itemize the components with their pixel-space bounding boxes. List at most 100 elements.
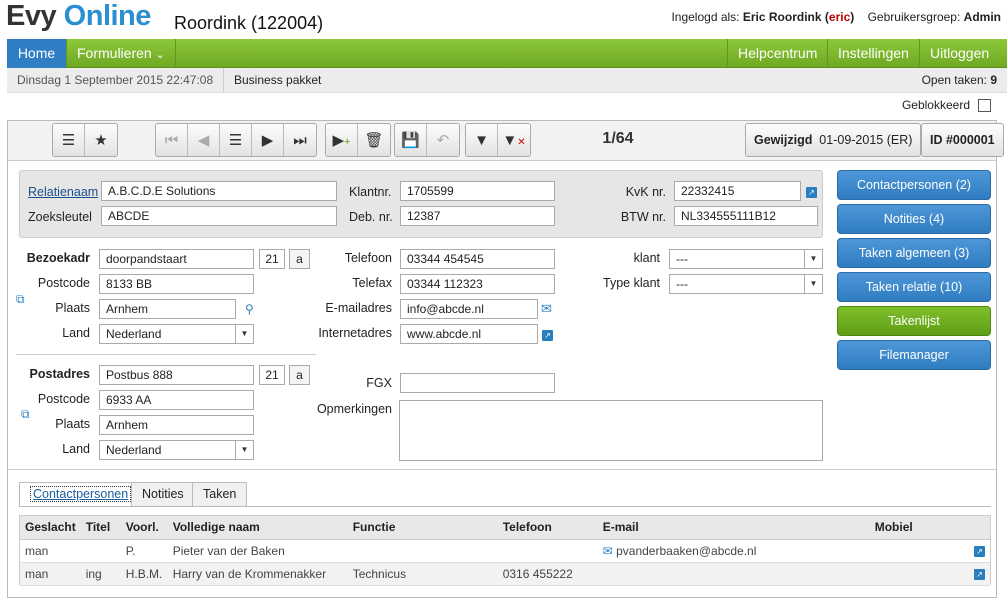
- postal-number-input[interactable]: 21: [259, 365, 285, 385]
- relation-name-label[interactable]: Relatienaam: [28, 185, 98, 199]
- nav-forms[interactable]: Formulieren ⌄: [67, 39, 176, 68]
- btw-label: BTW nr.: [620, 210, 666, 224]
- web-input[interactable]: www.abcde.nl: [400, 324, 538, 344]
- notes-button[interactable]: Notities (4): [837, 204, 991, 234]
- email-input[interactable]: info@abcde.nl: [400, 299, 538, 319]
- modified-value: 01-09-2015 (ER): [819, 133, 913, 147]
- search-key-input[interactable]: ABCDE: [101, 206, 337, 226]
- record-list-button[interactable]: ☰: [220, 124, 252, 156]
- toolbar-group-save: 💾 ↶: [394, 123, 460, 157]
- open-tasks[interactable]: Open taken: 9: [922, 73, 997, 87]
- postal-street-input[interactable]: Postbus 888: [99, 365, 254, 385]
- col-email[interactable]: E-mail: [597, 516, 870, 540]
- login-info: Ingelogd als: Eric Roordink (eric) Gebru…: [671, 10, 1001, 24]
- postal-zip-input[interactable]: 6933 AA: [99, 390, 254, 410]
- external-link-icon[interactable]: ↗: [806, 184, 817, 198]
- postal-suffix-button[interactable]: a: [289, 365, 310, 385]
- visit-city-input[interactable]: Arnhem: [99, 299, 236, 319]
- col-full-name[interactable]: Volledige naam: [167, 516, 348, 540]
- table-row[interactable]: man P. Pieter van der Baken ✉ pvanderbaa…: [20, 539, 990, 563]
- deb-nr-input[interactable]: 12387: [400, 206, 555, 226]
- postal-country-select[interactable]: Nederland ▼: [99, 440, 254, 460]
- task-list-button[interactable]: Takenlijst: [837, 306, 991, 336]
- relation-name-input[interactable]: A.B.C.D.E Solutions: [101, 181, 337, 201]
- col-phone[interactable]: Telefoon: [497, 516, 598, 540]
- visit-country-select[interactable]: Nederland ▼: [99, 324, 254, 344]
- external-link-icon[interactable]: ↗: [542, 327, 553, 341]
- logo: Evy Online: [6, 0, 151, 33]
- col-gender[interactable]: Geslacht: [20, 516, 81, 540]
- client-kind-label: Type klant: [603, 276, 660, 290]
- clear-filter-button[interactable]: ▼✕: [498, 124, 530, 156]
- save-button[interactable]: 💾: [395, 124, 427, 156]
- relation-tasks-button[interactable]: Taken relatie (10): [837, 272, 991, 302]
- play-icon: ▶: [261, 132, 274, 149]
- tab-contacts[interactable]: Contactpersonen: [19, 482, 143, 507]
- postal-city-input[interactable]: Arnhem: [99, 415, 254, 435]
- skip-last-icon: ⏭: [293, 131, 307, 149]
- previous-record-button[interactable]: ◀: [188, 124, 220, 156]
- undo-button[interactable]: ↶: [427, 124, 459, 156]
- group-value: Admin: [963, 10, 1001, 24]
- external-link-icon[interactable]: ↗: [974, 545, 985, 557]
- visit-street-input[interactable]: doorpandstaart: [99, 249, 254, 269]
- delete-record-button[interactable]: 🗑: [358, 124, 390, 156]
- visit-zip-input[interactable]: 8133 BB: [99, 274, 254, 294]
- nav-settings[interactable]: Instellingen: [828, 39, 920, 68]
- col-initials[interactable]: Voorl.: [120, 516, 168, 540]
- kvk-label: KvK nr.: [625, 185, 666, 199]
- fgx-input[interactable]: [400, 373, 555, 393]
- btw-input[interactable]: NL334555111B12: [674, 206, 818, 226]
- blocked-checkbox[interactable]: [978, 99, 991, 112]
- nav-logout[interactable]: Uitloggen: [920, 39, 999, 68]
- external-link-icon[interactable]: ↗: [974, 568, 985, 580]
- filter-button[interactable]: ▼: [466, 124, 498, 156]
- phone-input[interactable]: 03344 454545: [400, 249, 555, 269]
- remarks-textarea[interactable]: [399, 400, 823, 461]
- table-header-row: Geslacht Titel Voorl. Volledige naam Fun…: [20, 516, 990, 540]
- phone-label: Telefoon: [344, 251, 392, 265]
- visit-number-input[interactable]: 21: [259, 249, 285, 269]
- col-function[interactable]: Functie: [347, 516, 498, 540]
- package-label: Business pakket: [234, 73, 322, 87]
- list-view-button[interactable]: ☰: [53, 124, 85, 156]
- nav-help[interactable]: Helpcentrum: [727, 39, 829, 68]
- fgx-label: FGX: [366, 376, 392, 390]
- modified-info: Gewijzigd 01-09-2015 (ER): [745, 123, 922, 157]
- skip-first-icon: ⏮: [164, 131, 179, 149]
- file-manager-button[interactable]: Filemanager: [837, 340, 991, 370]
- email-label: E-mailadres: [325, 301, 392, 315]
- last-record-button[interactable]: ⏭: [284, 124, 316, 156]
- logo-text-online: Online: [63, 0, 152, 32]
- col-title[interactable]: Titel: [80, 516, 121, 540]
- tab-notes[interactable]: Notities: [131, 482, 195, 506]
- general-tasks-button[interactable]: Taken algemeen (3): [837, 238, 991, 268]
- visit-country-value: Nederland: [106, 327, 162, 341]
- mail-icon[interactable]: ✉: [541, 302, 552, 316]
- contacts-button[interactable]: Contactpersonen (2): [837, 170, 991, 200]
- cell-full-name: Harry van de Krommenakker: [167, 562, 348, 586]
- add-record-button[interactable]: ▶+: [326, 124, 358, 156]
- table-row[interactable]: man ing H.B.M. Harry van de Krommenakker…: [20, 562, 990, 586]
- divider: [8, 469, 996, 470]
- map-pin-icon[interactable]: ⚲: [245, 302, 254, 316]
- visit-suffix-button[interactable]: a: [289, 249, 310, 269]
- client-kind-select[interactable]: --- ▼: [669, 274, 823, 294]
- favorite-button[interactable]: ★: [85, 124, 117, 156]
- nav-home[interactable]: Home: [7, 39, 67, 68]
- divider: [16, 354, 316, 355]
- tab-tasks[interactable]: Taken: [192, 482, 248, 506]
- first-record-button[interactable]: ⏮: [156, 124, 188, 156]
- kvk-input[interactable]: 22332415: [674, 181, 801, 201]
- visit-zip-label: Postcode: [37, 276, 90, 290]
- login-user: eric: [828, 10, 851, 24]
- fax-label: Telefax: [352, 276, 392, 290]
- client-nr-input[interactable]: 1705599: [400, 181, 555, 201]
- fax-input[interactable]: 03344 112323: [400, 274, 555, 294]
- next-record-button[interactable]: ▶: [252, 124, 284, 156]
- search-key-label: Zoeksleutel: [28, 210, 92, 224]
- blocked-toggle[interactable]: Geblokkeerd: [902, 98, 991, 112]
- cell-email[interactable]: ✉ pvanderbaaken@abcde.nl: [597, 539, 870, 563]
- client-select[interactable]: --- ▼: [669, 249, 823, 269]
- col-mobile[interactable]: Mobiel: [869, 516, 990, 540]
